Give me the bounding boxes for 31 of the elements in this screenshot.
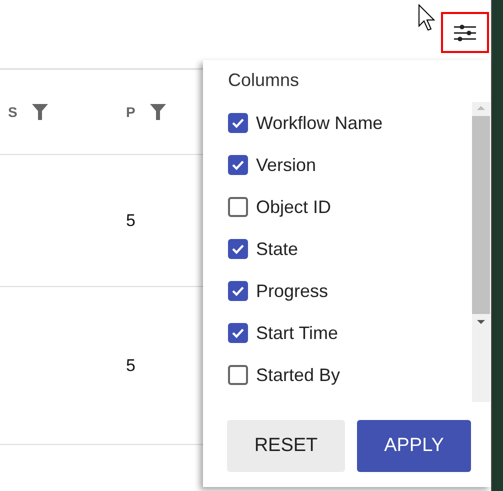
scrollbar[interactable] bbox=[472, 102, 490, 402]
checkbox[interactable] bbox=[228, 113, 248, 133]
column-option[interactable]: Start Time bbox=[228, 312, 472, 354]
column-header: P bbox=[126, 104, 136, 120]
checkbox[interactable] bbox=[228, 155, 248, 175]
column-option[interactable]: Version bbox=[228, 144, 472, 186]
checkmark-icon bbox=[231, 117, 245, 129]
checkmark-icon bbox=[231, 159, 245, 171]
column-option[interactable]: Started By bbox=[228, 354, 472, 396]
checkbox[interactable] bbox=[228, 197, 248, 217]
menu-title: Columns bbox=[227, 69, 300, 92]
column-option[interactable]: Progress bbox=[228, 270, 472, 312]
sliders-icon bbox=[452, 22, 478, 44]
column-header: S bbox=[8, 104, 18, 120]
table-cell: 5 bbox=[126, 356, 136, 376]
column-option[interactable]: Object ID bbox=[228, 186, 472, 228]
column-option[interactable]: Workflow Name bbox=[228, 102, 472, 144]
checkmark-icon bbox=[231, 243, 245, 255]
checkbox[interactable] bbox=[228, 323, 248, 343]
apply-button[interactable]: APPLY bbox=[357, 420, 471, 472]
table-cell: 5 bbox=[126, 210, 136, 230]
reset-button[interactable]: RESET bbox=[227, 420, 345, 472]
checkbox[interactable] bbox=[228, 365, 248, 385]
filter-icon[interactable] bbox=[149, 103, 168, 121]
checkmark-icon bbox=[231, 285, 245, 297]
checkbox[interactable] bbox=[228, 281, 248, 301]
checkbox[interactable] bbox=[228, 239, 248, 259]
column-option[interactable]: State bbox=[228, 228, 472, 270]
filter-icon[interactable] bbox=[31, 103, 50, 121]
column-settings-button[interactable] bbox=[441, 12, 489, 53]
checkmark-icon bbox=[231, 327, 245, 339]
